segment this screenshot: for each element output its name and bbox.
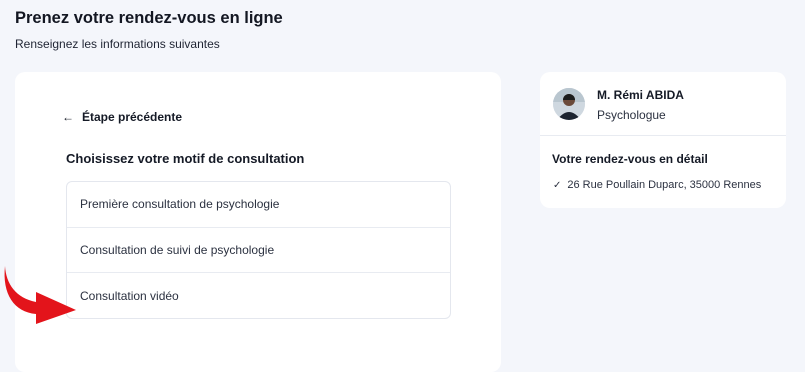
page-subtitle: Renseignez les informations suivantes bbox=[15, 37, 220, 51]
section-title: Choisissez votre motif de consultation bbox=[66, 151, 305, 166]
option-video-consultation[interactable]: Consultation vidéo bbox=[67, 273, 450, 319]
appointment-summary-card: M. Rémi ABIDA Psychologue Votre rendez-v… bbox=[540, 72, 786, 208]
consultation-options-list: Première consultation de psychologie Con… bbox=[66, 181, 451, 319]
option-first-consultation[interactable]: Première consultation de psychologie bbox=[67, 182, 450, 228]
doctor-role: Psychologue bbox=[597, 108, 666, 122]
back-link[interactable]: ← Étape précédente bbox=[62, 110, 182, 124]
option-follow-up-consultation[interactable]: Consultation de suivi de psychologie bbox=[67, 228, 450, 273]
address-text: 26 Rue Poullain Duparc, 35000 Rennes bbox=[567, 179, 762, 191]
arrow-left-icon: ← bbox=[62, 110, 74, 124]
back-link-label: Étape précédente bbox=[82, 110, 183, 124]
checkmark-icon: ✓ bbox=[553, 179, 562, 191]
avatar bbox=[553, 88, 585, 120]
address-row: ✓ 26 Rue Poullain Duparc, 35000 Rennes bbox=[553, 179, 761, 191]
red-arrow-icon bbox=[4, 266, 76, 324]
divider bbox=[540, 135, 786, 136]
appointment-detail-title: Votre rendez-vous en détail bbox=[552, 152, 708, 166]
page-title: Prenez votre rendez-vous en ligne bbox=[15, 9, 283, 27]
doctor-name: M. Rémi ABIDA bbox=[597, 88, 684, 102]
consultation-card: ← Étape précédente Choisissez votre moti… bbox=[15, 72, 501, 372]
